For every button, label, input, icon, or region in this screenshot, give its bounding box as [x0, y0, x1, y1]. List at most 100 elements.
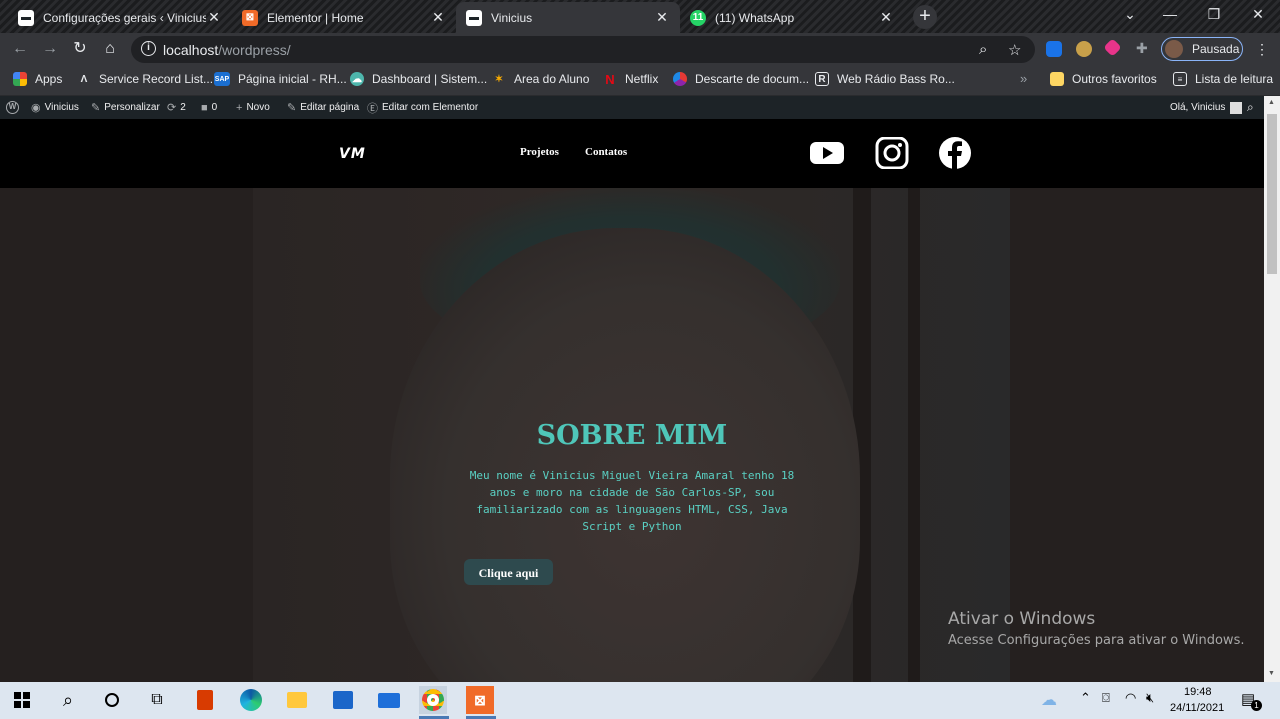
office-icon[interactable]: [191, 686, 219, 714]
zoom-search-icon[interactable]: ⌕: [979, 41, 987, 58]
close-tab-icon[interactable]: ✕: [430, 9, 446, 26]
cortana-icon[interactable]: [98, 686, 126, 714]
menu-kebab-icon[interactable]: ⋮: [1255, 41, 1269, 58]
bookmark-netflix[interactable]: N Netflix: [603, 71, 658, 87]
close-window-icon[interactable]: ✕: [1236, 0, 1280, 30]
xampp-icon[interactable]: ⊠: [466, 686, 494, 714]
activation-watermark-text: Acesse Configurações para ativar o Windo…: [948, 633, 1245, 648]
scroll-down-icon[interactable]: ▼: [1268, 670, 1275, 677]
wp-edit-elementor[interactable]: Ⓔ Editar com Elementor: [367, 96, 478, 119]
wp-search-icon[interactable]: ⌕: [1247, 96, 1254, 119]
bookmark-service-record[interactable]: Λ Service Record List...: [77, 72, 213, 86]
tab-vinicius[interactable]: ▬ Vinicius ✕: [456, 2, 680, 33]
new-tab-button[interactable]: +: [913, 5, 937, 29]
clock-time[interactable]: 19:48: [1184, 686, 1212, 698]
site-info-icon[interactable]: i: [141, 41, 156, 56]
extension-owl-icon[interactable]: [1076, 41, 1092, 57]
bookmark-star-icon[interactable]: ☆: [1008, 41, 1021, 59]
wp-edit-page[interactable]: ✎ Editar página: [287, 96, 359, 119]
user-avatar-icon: [1230, 101, 1243, 114]
wp-customize[interactable]: ✎ Personalizar: [91, 96, 160, 119]
nav-contatos[interactable]: Contatos: [585, 146, 627, 158]
url-text: localhost/wordpress/: [163, 42, 291, 58]
windows-start-icon[interactable]: [8, 686, 36, 714]
whatsapp-tab-icon: 11: [690, 9, 706, 26]
wordpress-tab-icon: ▬: [18, 9, 34, 26]
meet-now-icon[interactable]: ⌼: [1102, 690, 1110, 706]
notifications-count: 1: [1251, 700, 1262, 711]
bookmark-descarte[interactable]: Descarte de docum...: [673, 72, 809, 86]
r-icon: R: [815, 72, 829, 86]
bookmark-rh[interactable]: SAP Página inicial - RH...: [214, 72, 347, 86]
close-tab-icon[interactable]: ✕: [878, 9, 894, 26]
apps-grid-icon: [13, 72, 27, 86]
bookmark-lista-leitura[interactable]: ≡ Lista de leitura: [1173, 72, 1273, 86]
back-icon[interactable]: ←: [9, 38, 31, 60]
profile-button[interactable]: Pausada: [1161, 37, 1243, 61]
close-tab-icon[interactable]: ✕: [654, 9, 670, 26]
more-bookmarks-icon[interactable]: »: [1020, 71, 1027, 86]
pencil-icon: ✎: [287, 102, 297, 114]
wordpress-logo-icon[interactable]: W: [6, 96, 19, 119]
close-tab-icon[interactable]: ✕: [206, 9, 222, 26]
arrow-logo-icon: Λ: [80, 73, 88, 85]
pie-icon: [673, 72, 687, 86]
reload-icon[interactable]: ↻: [69, 38, 91, 60]
bookmark-web-radio[interactable]: R Web Rádio Bass Ro...: [815, 72, 955, 86]
nav-projetos[interactable]: Projetos: [520, 146, 559, 158]
store-icon[interactable]: [329, 686, 357, 714]
reading-list-icon: ≡: [1173, 72, 1187, 86]
weather-icon[interactable]: ☁: [1041, 690, 1057, 710]
clock-date[interactable]: 24/11/2021: [1170, 702, 1224, 714]
chrome-icon[interactable]: [419, 686, 447, 714]
extension-blue-icon[interactable]: [1046, 41, 1062, 57]
dashboard-icon: ◉: [31, 102, 41, 114]
plus-icon: +: [236, 101, 243, 114]
mail-icon[interactable]: [375, 686, 403, 714]
wp-admin-bar: W ◉ Vinicius ✎ Personalizar ⟳ 2 ■ 0 + Novo ✎ E…: [0, 96, 1264, 119]
edge-icon[interactable]: [237, 686, 265, 714]
tab-whatsapp[interactable]: 11 (11) WhatsApp ✕: [680, 2, 904, 33]
profile-label: Pausada: [1192, 42, 1240, 56]
tab-search-icon[interactable]: ⌄: [1108, 0, 1152, 30]
site-header: [0, 119, 1264, 188]
tab-title: Configurações gerais ‹ Vinicius —: [43, 10, 206, 25]
forward-icon[interactable]: →: [39, 38, 61, 60]
volume-muted-icon[interactable]: 🔇︎: [1146, 690, 1154, 706]
bookmark-area-aluno[interactable]: ✶ Area do Aluno: [492, 72, 590, 86]
site-logo[interactable]: VM: [339, 146, 366, 162]
search-icon[interactable]: ⌕: [54, 686, 82, 714]
clique-aqui-button[interactable]: Clique aqui: [464, 559, 553, 585]
folder-icon: [1050, 72, 1064, 86]
task-view-icon[interactable]: ⧉: [143, 686, 171, 714]
file-explorer-icon[interactable]: [283, 686, 311, 714]
bookmark-dashboard[interactable]: ☁ Dashboard | Sistem...: [350, 72, 487, 86]
tab-elementor[interactable]: ⊠ Elementor | Home ✕: [232, 2, 456, 33]
youtube-icon[interactable]: [810, 137, 844, 169]
wp-updates[interactable]: ⟳ 2: [167, 96, 186, 119]
wp-new[interactable]: + Novo: [236, 96, 270, 119]
wp-greeting[interactable]: Olá, Vinicius: [1170, 96, 1243, 119]
netflix-icon: N: [605, 71, 615, 87]
facebook-icon[interactable]: [938, 137, 972, 169]
instagram-icon[interactable]: [875, 137, 909, 169]
avatar: [1165, 40, 1183, 58]
home-icon[interactable]: ⌂: [99, 38, 121, 60]
bookmark-apps[interactable]: Apps: [13, 72, 62, 86]
star-person-icon: ✶: [494, 73, 504, 85]
bookmark-outros[interactable]: Outros favoritos: [1050, 72, 1157, 86]
scrollbar-thumb[interactable]: [1267, 114, 1277, 274]
extensions-puzzle-icon[interactable]: ✚: [1136, 40, 1152, 56]
wp-comments[interactable]: ■ 0: [201, 96, 217, 119]
wp-site-name[interactable]: ◉ Vinicius: [31, 96, 79, 119]
hidden-icons-chevron-icon[interactable]: ⌃: [1080, 690, 1091, 706]
minimize-icon[interactable]: —: [1148, 0, 1192, 30]
address-bar[interactable]: i localhost/wordpress/ ⌕ ☆: [131, 36, 1035, 63]
updates-icon: ⟳: [167, 102, 177, 114]
scroll-up-icon[interactable]: ▲: [1268, 99, 1275, 106]
restore-icon[interactable]: ❐: [1192, 0, 1236, 30]
tab-title: Vinicius: [491, 10, 533, 25]
wifi-icon[interactable]: ◠: [1125, 690, 1136, 706]
xampp-tab-icon: ⊠: [242, 9, 258, 26]
tab-configuracoes[interactable]: ▬ Configurações gerais ‹ Vinicius — ✕: [8, 2, 232, 33]
